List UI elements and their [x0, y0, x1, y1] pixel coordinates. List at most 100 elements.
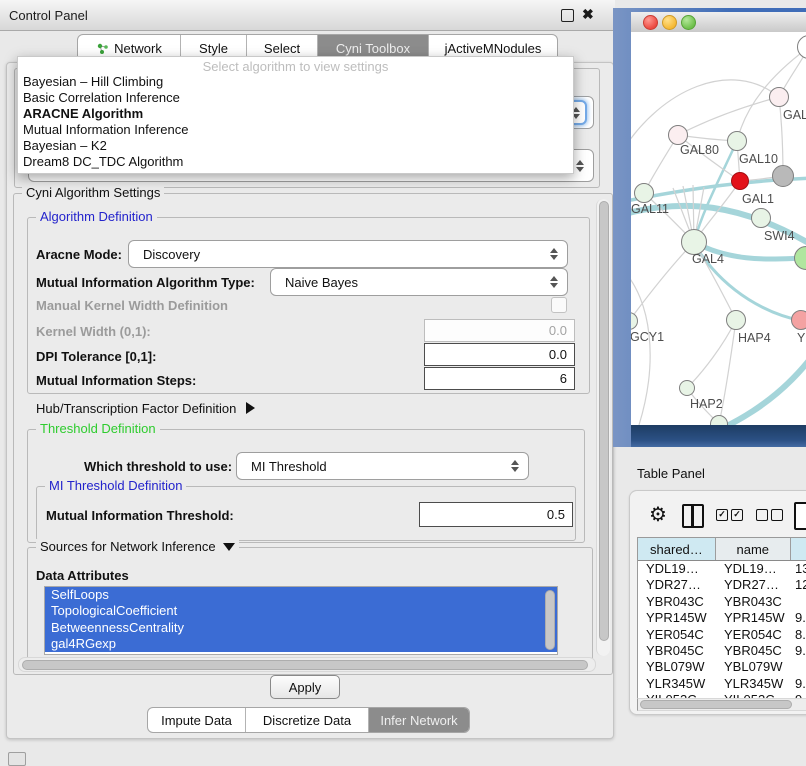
table-hscroll-thumb[interactable] — [640, 700, 792, 709]
node-label: GAL4 — [692, 252, 724, 266]
node-label: GAL — [783, 108, 806, 122]
attribute-item-selected[interactable]: SelfLoops — [45, 587, 557, 603]
which-threshold-label: Which threshold to use: — [84, 459, 232, 474]
popup-item[interactable]: Bayesian – K2 — [23, 138, 569, 154]
manual-kernel-checkbox[interactable] — [551, 297, 567, 313]
panel-grip[interactable] — [8, 752, 26, 766]
data-attributes-list[interactable]: SelfLoops TopologicalCoefficient Between… — [44, 586, 558, 655]
network-node[interactable] — [727, 131, 747, 151]
popup-item-selected[interactable]: ARACNE Algorithm — [23, 106, 569, 122]
close-traffic-light-icon[interactable] — [643, 15, 658, 30]
table-row[interactable]: YLR345WYLR345W9. — [638, 676, 806, 692]
node-label: SWI4 — [764, 229, 795, 243]
kernel-width-label: Kernel Width (0,1): — [36, 324, 151, 339]
close-icon[interactable]: ✖ — [582, 6, 594, 23]
attribute-item-selected[interactable]: BetweennessCentrality — [45, 620, 557, 636]
popup-item[interactable]: Dream8 DC_TDC Algorithm — [23, 154, 569, 170]
table-panel: ⚙ ✓✓ shared… name YDL19…YDL19…13 YDR27…Y… — [629, 490, 806, 715]
node-label: GCY1 — [631, 330, 664, 344]
apply-button[interactable]: Apply — [270, 675, 340, 699]
network-node[interactable] — [751, 208, 771, 228]
table-row[interactable]: YBR045CYBR045C9. — [638, 643, 806, 659]
float-window-icon[interactable] — [561, 9, 574, 22]
node-label: Y — [797, 331, 805, 345]
popup-item[interactable]: Bayesian – Hill Climbing — [23, 74, 569, 90]
tab-impute-data[interactable]: Impute Data — [148, 708, 246, 732]
network-node[interactable] — [726, 310, 746, 330]
table-horizontal-scrollbar[interactable] — [637, 698, 806, 711]
combo-stepper-icon — [507, 456, 523, 476]
zoom-traffic-light-icon[interactable] — [681, 15, 696, 30]
threshold-definition-title: Threshold Definition — [36, 421, 160, 436]
tab-infer-network[interactable]: Infer Network — [369, 708, 469, 732]
aracne-mode-value: Discovery — [143, 241, 200, 267]
column-header-shared-name[interactable]: shared… — [638, 538, 716, 560]
sources-group-title: Sources for Network Inference — [40, 539, 216, 554]
dpi-tolerance-label: DPI Tolerance [0,1]: — [36, 349, 156, 364]
popup-item[interactable]: Basic Correlation Inference — [23, 90, 569, 106]
deselect-all-icon[interactable] — [756, 509, 783, 521]
network-window-bottom-frame — [631, 425, 806, 447]
table-row[interactable]: YBL079WYBL079W — [638, 659, 806, 675]
which-threshold-combo[interactable]: MI Threshold — [236, 452, 529, 480]
tab-discretize-data[interactable]: Discretize Data — [246, 708, 369, 732]
mi-threshold-field[interactable]: 0.5 — [419, 502, 573, 527]
network-node[interactable] — [668, 125, 688, 145]
select-all-icon[interactable]: ✓✓ — [716, 509, 743, 521]
list-scrollbar-thumb[interactable] — [545, 590, 555, 650]
network-window-titlebar[interactable] — [631, 12, 806, 33]
node-label: GAL1 — [742, 192, 774, 206]
table-row[interactable]: YBR043CYBR043C — [638, 594, 806, 610]
network-node-selected[interactable] — [731, 172, 749, 190]
settings-group-title: Cyni Algorithm Settings — [22, 185, 164, 200]
settings-vertical-scrollbar[interactable] — [596, 199, 610, 656]
network-window: GAL GAL80 GAL10 GAL1 GAL11 SWI4 GAL4 GCY… — [613, 8, 806, 447]
node-label: HAP4 — [738, 331, 771, 345]
document-icon[interactable] — [794, 502, 806, 530]
node-label: HAP2 — [690, 397, 723, 411]
mi-steps-label: Mutual Information Steps: — [36, 373, 196, 388]
table-row[interactable]: YER054CYER054C8. — [638, 627, 806, 643]
sources-group-title-wrap[interactable]: Sources for Network Inference — [36, 539, 239, 554]
popup-item[interactable]: Mutual Information Inference — [23, 122, 569, 138]
dpi-tolerance-field[interactable]: 0.0 — [424, 343, 575, 366]
hub-definition-expander[interactable]: Hub/Transcription Factor Definition — [36, 400, 255, 416]
minimize-traffic-light-icon[interactable] — [662, 15, 677, 30]
network-node[interactable] — [791, 310, 806, 330]
network-node[interactable] — [769, 87, 789, 107]
mi-type-label: Mutual Information Algorithm Type: — [36, 275, 255, 290]
node-table: shared… name YDL19…YDL19…13 YDR27…YDR27…… — [637, 537, 806, 702]
control-panel-titlebar: Control Panel ✖ — [0, 0, 615, 31]
aracne-mode-combo[interactable]: Discovery — [128, 240, 568, 268]
screen: { "colors": { "selection_blue": "#3b6cd4… — [0, 0, 806, 762]
which-threshold-value: MI Threshold — [251, 453, 327, 479]
column-header-name[interactable]: name — [716, 538, 791, 560]
column-header-partial[interactable] — [791, 538, 806, 560]
attribute-item-selected[interactable]: TopologicalCoefficient — [45, 603, 557, 619]
table-row[interactable]: YPR145WYPR145W9. — [638, 610, 806, 626]
combo-stepper-icon — [572, 153, 588, 178]
table-row[interactable]: YDL19…YDL19…13 — [638, 561, 806, 577]
network-icon — [96, 42, 109, 55]
network-node[interactable] — [679, 380, 695, 396]
table-body[interactable]: YDL19…YDL19…13 YDR27…YDR27…12 YBR043CYBR… — [638, 561, 806, 701]
settings-horizontal-scrollbar[interactable] — [18, 657, 596, 672]
network-node[interactable] — [634, 183, 654, 203]
data-attributes-label: Data Attributes — [36, 568, 129, 583]
table-row[interactable]: YDR27…YDR27…12 — [638, 577, 806, 593]
node-label: GAL80 — [680, 143, 719, 157]
node-label: GAL10 — [739, 152, 778, 166]
aracne-mode-label: Aracne Mode: — [36, 247, 122, 262]
network-node[interactable] — [772, 165, 794, 187]
manual-kernel-label: Manual Kernel Width Definition — [36, 298, 228, 313]
gear-icon[interactable]: ⚙ — [649, 505, 667, 525]
settings-hscroll-thumb[interactable] — [22, 660, 588, 670]
node-label: GAL11 — [631, 202, 669, 216]
settings-vscroll-thumb[interactable] — [599, 201, 609, 641]
network-canvas[interactable]: GAL GAL80 GAL10 GAL1 GAL11 SWI4 GAL4 GCY… — [631, 32, 806, 425]
mi-type-combo[interactable]: Naive Bayes — [270, 268, 568, 296]
expand-right-icon — [246, 402, 255, 414]
attribute-item-selected[interactable]: gal4RGexp — [45, 636, 557, 652]
mi-steps-field[interactable]: 6 — [424, 367, 575, 390]
split-columns-icon[interactable] — [682, 504, 704, 528]
